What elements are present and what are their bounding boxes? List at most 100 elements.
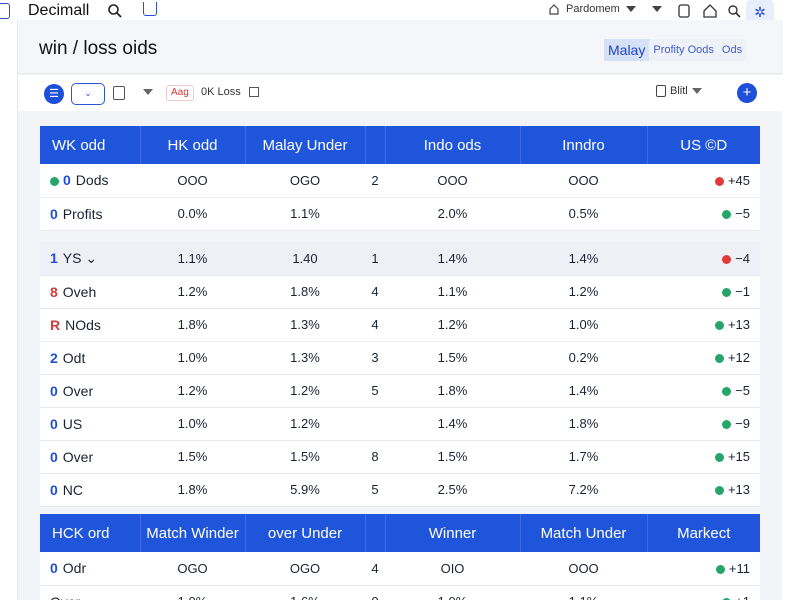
tag-badge[interactable]: Aag — [166, 85, 194, 101]
column-header[interactable] — [365, 514, 386, 552]
row-label-cell: 0 Dods — [40, 164, 140, 198]
table-cell: OOO — [520, 552, 647, 586]
column-header[interactable]: Malay Under — [245, 126, 366, 164]
column-header[interactable]: Winner — [385, 514, 521, 552]
column-header[interactable]: Inndro — [520, 126, 648, 164]
status-dot-icon — [722, 288, 732, 298]
us-odds-value: −4 — [735, 250, 750, 266]
column-header[interactable]: HK odd — [140, 126, 246, 164]
us-odds-cell: −5 — [647, 197, 760, 231]
column-header[interactable]: WK odd — [40, 126, 141, 164]
us-odds-value: +12 — [727, 350, 750, 365]
box-icon[interactable] — [143, 2, 157, 16]
status-dot-icon — [714, 486, 724, 496]
us-odds-cell: +13 — [647, 473, 760, 507]
row-label: Over — [50, 594, 80, 600]
row-index: 0 — [50, 448, 58, 465]
document-icon[interactable] — [677, 4, 691, 18]
table-row[interactable]: 1 YS ⌄ 1.1% 1.40 1 1.4% 1.4% −4 — [40, 242, 760, 276]
table-cell: OGO — [245, 164, 365, 198]
chevron-down-icon[interactable] — [651, 5, 662, 13]
filter-select[interactable]: ⌄ — [71, 83, 105, 105]
market-table: HCK ord Match Winder over Under Winner Match… — [40, 514, 760, 600]
column-header[interactable]: Match Under — [520, 514, 648, 552]
row-label-cell: Over — [40, 585, 140, 600]
us-odds-cell: −1 — [647, 275, 760, 309]
table-row[interactable]: 8 Oveh 1.2% 1.8% 4 1.1% 1.2% −1 — [40, 275, 760, 309]
table-row[interactable]: 2 Odt 1.0% 1.3% 3 1.5% 0.2% +12 — [40, 341, 760, 375]
table-row[interactable]: Over1.0%1.6%01.0%1.1%+1 — [40, 585, 760, 600]
table-row[interactable]: 0 Profits 0.0% 1.1% 2.0% 0.5% −5 — [40, 197, 760, 231]
table-row[interactable]: 0 Dods OOO OGO 2 OOO OOO +45 — [40, 164, 760, 198]
table-row[interactable]: 0 Over 1.5% 1.5% 8 1.5% 1.7% +15 — [40, 440, 760, 474]
row-index: 8 — [50, 283, 58, 300]
table-cell: 1.7% — [520, 440, 647, 474]
column-header[interactable]: HCK ord — [40, 514, 141, 552]
search-icon[interactable] — [727, 4, 741, 18]
status-dot-icon — [722, 420, 732, 430]
status-dot-icon — [714, 453, 724, 463]
us-odds-value: −5 — [735, 383, 750, 398]
table-cell — [365, 197, 385, 231]
table-cell: 4 — [365, 308, 385, 342]
us-odds-value: +13 — [727, 317, 750, 332]
table-cell: 5 — [365, 374, 385, 408]
chevron-down-icon — [691, 88, 702, 94]
table-row[interactable]: 0 Over 1.2% 1.2% 5 1.8% 1.4% −5 — [40, 374, 760, 408]
toggle-malay[interactable]: Malay — [604, 39, 650, 61]
loss-label: 0K Loss — [201, 86, 241, 98]
row-label-cell: 0 Over — [40, 440, 140, 474]
table-cell: 1.1% — [520, 585, 647, 600]
table-cell: 1.4% — [520, 242, 647, 276]
toggle-odds[interactable]: Ods — [718, 39, 746, 61]
export-menu[interactable]: Blitl — [656, 85, 702, 97]
title-row: win / loss oids Malay Profity Oods Ods — [18, 20, 783, 74]
row-label-cell: 1 YS ⌄ — [40, 242, 140, 276]
export-label: Blitl — [670, 85, 688, 97]
page-title: win / loss oids — [39, 38, 158, 59]
table-row[interactable]: 0 US 1.0% 1.2% 1.4% 1.8% −9 — [40, 407, 760, 441]
table-cell: 1.40 — [245, 242, 365, 276]
row-label: NC — [62, 481, 84, 498]
toggle-profit-odds[interactable]: Profity Oods — [649, 39, 718, 61]
table-row[interactable]: 0 NC 1.8% 5.9% 5 2.5% 7.2% +13 — [40, 473, 760, 507]
table-cell: OGO — [140, 552, 245, 586]
row-index: R — [50, 316, 61, 333]
column-header[interactable] — [365, 126, 386, 164]
us-odds-cell: −5 — [647, 374, 760, 408]
table-cell: 1.0% — [520, 308, 647, 342]
add-button[interactable]: + — [737, 83, 757, 103]
column-header[interactable]: Match Winder — [140, 514, 246, 552]
user-label: Pardomem — [566, 3, 620, 15]
table-cell: 1.5% — [385, 341, 520, 375]
chevron-down-icon[interactable] — [143, 89, 153, 95]
table-cell: 1.1% — [385, 275, 520, 309]
column-header[interactable]: Indo ods — [385, 126, 521, 164]
search-icon[interactable] — [107, 3, 123, 19]
status-dot-icon — [50, 177, 59, 187]
table-cell: 1.0% — [140, 341, 245, 375]
loss-filter[interactable]: 0K Loss — [201, 86, 259, 98]
table-cell: 1.8% — [245, 275, 365, 309]
table-cell: 1.8% — [385, 374, 520, 408]
menu-button[interactable]: ☰ — [44, 84, 64, 104]
column-header[interactable]: US ©D — [647, 126, 760, 164]
user-menu[interactable]: Pardomem — [548, 3, 662, 15]
alert-dot-icon — [722, 254, 732, 264]
column-header[interactable]: over Under — [245, 514, 366, 552]
minus-icon[interactable] — [248, 87, 259, 98]
file-icon — [656, 85, 666, 97]
status-dot-icon — [722, 387, 732, 397]
odds-format-toggle: Malay Profity Oods Ods — [604, 39, 747, 61]
table-row[interactable]: R NOds 1.8% 1.3% 4 1.2% 1.0% +13 — [40, 308, 760, 342]
table-cell: 1.2% — [520, 275, 647, 309]
row-label-cell: 0 Odr — [40, 552, 140, 586]
table-cell — [365, 407, 385, 441]
column-header[interactable]: Markect — [647, 514, 760, 552]
table-cell: 0.2% — [520, 341, 647, 375]
table-cell: 1.4% — [520, 374, 647, 408]
calendar-icon[interactable] — [113, 86, 125, 100]
table-row[interactable]: 0 Odr OGO OGO 4 OIO OOO +11 — [40, 552, 760, 586]
table-cell: 1.4% — [385, 242, 520, 276]
home-icon[interactable] — [703, 4, 717, 18]
